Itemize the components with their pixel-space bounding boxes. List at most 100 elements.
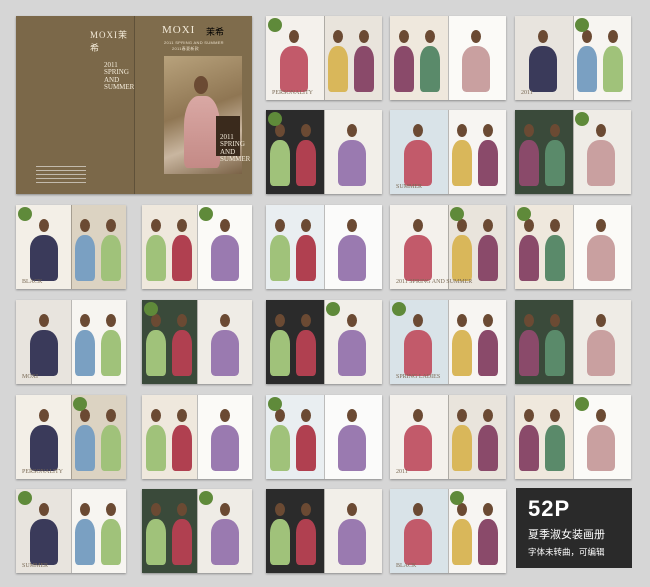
- brochure-spread: [266, 395, 382, 479]
- spread-left-page: [266, 16, 324, 100]
- model-dress: [545, 140, 565, 186]
- model-head: [413, 314, 423, 327]
- model-dress: [296, 519, 316, 565]
- model-dress: [146, 235, 166, 281]
- brochure-spread: [266, 110, 382, 194]
- brochure-spread: [515, 395, 631, 479]
- model-head: [483, 503, 493, 516]
- spread-spine: [197, 395, 198, 479]
- model-head: [39, 503, 49, 516]
- spread-spine: [324, 300, 325, 384]
- brochure-spread: PERSONALITY: [16, 395, 126, 479]
- model-head: [39, 314, 49, 327]
- brochure-spread: 2011: [515, 16, 631, 100]
- model-dress: [452, 140, 472, 186]
- cover-model-head: [194, 76, 208, 94]
- spread-left-page: [515, 16, 573, 100]
- model-head: [524, 124, 534, 137]
- model-head: [359, 30, 369, 43]
- plant-accent: [575, 18, 589, 32]
- spread-left-page: [390, 489, 448, 573]
- model-dress: [519, 235, 539, 281]
- model-dress: [545, 235, 565, 281]
- spread-spine: [448, 489, 449, 573]
- model-head: [413, 124, 423, 137]
- model-dress: [394, 46, 414, 92]
- plant-accent: [73, 397, 87, 411]
- model-head: [413, 409, 423, 422]
- model-dress: [420, 46, 440, 92]
- model-dress: [101, 330, 121, 376]
- spread-right-page: [573, 300, 631, 384]
- model-head: [457, 503, 467, 516]
- spread-spine: [197, 300, 198, 384]
- brochure-spread: [266, 489, 382, 573]
- spread-right-page: [324, 489, 382, 573]
- contact-line: [36, 178, 86, 179]
- spread-right-page: [324, 110, 382, 194]
- model-dress: [519, 425, 539, 471]
- model-dress: [587, 140, 615, 186]
- model-head: [582, 30, 592, 43]
- model-dress: [296, 330, 316, 376]
- plant-accent: [326, 302, 340, 316]
- brochure-spread: [515, 205, 631, 289]
- model-dress: [75, 425, 95, 471]
- plant-accent: [392, 302, 406, 316]
- model-head: [347, 314, 357, 327]
- model-dress: [296, 140, 316, 186]
- model-head: [275, 409, 285, 422]
- brochure-spread: [142, 300, 252, 384]
- model-head: [151, 219, 161, 232]
- spread-spine: [573, 205, 574, 289]
- spread-right-page: [71, 395, 126, 479]
- model-head: [39, 219, 49, 232]
- model-dress: [101, 425, 121, 471]
- model-dress: [101, 235, 121, 281]
- brochure-spread: BLACK: [16, 205, 126, 289]
- model-head: [413, 503, 423, 516]
- model-dress: [30, 519, 58, 565]
- model-dress: [478, 425, 498, 471]
- model-head: [524, 314, 534, 327]
- spread-spine: [573, 16, 574, 100]
- model-dress: [587, 330, 615, 376]
- model-dress: [354, 46, 374, 92]
- contact-line: [36, 182, 86, 183]
- spread-left-page: [266, 300, 324, 384]
- spread-spine: [448, 205, 449, 289]
- plant-accent: [144, 302, 158, 316]
- model-head: [275, 124, 285, 137]
- model-dress: [296, 425, 316, 471]
- model-dress: [338, 140, 366, 186]
- model-head: [483, 219, 493, 232]
- model-dress: [404, 330, 432, 376]
- model-dress: [577, 46, 597, 92]
- brochure-spread: [266, 205, 382, 289]
- model-dress: [529, 46, 557, 92]
- model-head: [550, 124, 560, 137]
- plant-accent: [199, 491, 213, 505]
- spread-spine: [573, 300, 574, 384]
- brochure-spread: [142, 395, 252, 479]
- spread-left-page: [142, 300, 197, 384]
- spread-right-page: [573, 205, 631, 289]
- model-head: [220, 219, 230, 232]
- brochure-spread: SUMMER: [390, 110, 506, 194]
- spread-right-page: [71, 489, 126, 573]
- brochure-spread: [390, 16, 506, 100]
- model-head: [483, 314, 493, 327]
- cover-model-dress: [184, 96, 220, 168]
- spread-left-page: [390, 300, 448, 384]
- model-head: [275, 219, 285, 232]
- spread-left-page: [16, 205, 71, 289]
- model-dress: [270, 519, 290, 565]
- plant-accent: [575, 112, 589, 126]
- model-head: [80, 503, 90, 516]
- model-dress: [101, 519, 121, 565]
- model-head: [457, 219, 467, 232]
- model-dress: [146, 425, 166, 471]
- spread-spine: [197, 489, 198, 573]
- spread-heading: SPRING LADIES: [396, 374, 441, 380]
- spread-heading: 2011: [521, 90, 533, 96]
